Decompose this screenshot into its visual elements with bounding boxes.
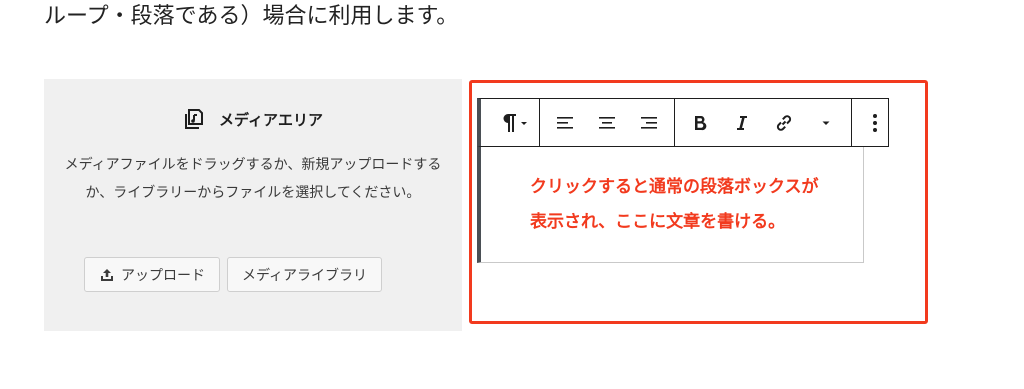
media-buttons: アップロード メディアライブラリ bbox=[84, 257, 383, 292]
annotation-line-2: 表示され、ここに文章を書ける。 bbox=[530, 212, 786, 232]
align-left-button[interactable] bbox=[544, 99, 586, 146]
bold-icon bbox=[695, 115, 707, 130]
media-library-icon bbox=[185, 109, 204, 129]
italic-icon bbox=[737, 115, 747, 130]
chevron-down-icon bbox=[521, 121, 527, 125]
block-type-button[interactable] bbox=[481, 99, 539, 146]
media-description: メディアファイルをドラッグするか、新規アップロードするか、ライブラリーからファイ… bbox=[64, 157, 442, 201]
media-placeholder: メディアエリア メディアファイルをドラッグするか、新規アップロードするか、ライブ… bbox=[44, 79, 462, 331]
media-library-button[interactable]: メディアライブラリ bbox=[227, 257, 383, 292]
upload-button[interactable]: アップロード bbox=[84, 257, 220, 292]
formatting-group bbox=[675, 99, 852, 146]
link-icon bbox=[776, 114, 792, 131]
italic-button[interactable] bbox=[721, 99, 763, 146]
block-type-group bbox=[481, 99, 540, 146]
more-formats-button[interactable] bbox=[805, 99, 847, 146]
align-center-icon bbox=[599, 116, 615, 129]
link-button[interactable] bbox=[763, 99, 805, 146]
align-right-button[interactable] bbox=[628, 99, 670, 146]
media-title: メディアエリア bbox=[219, 110, 323, 129]
upload-icon bbox=[101, 268, 113, 281]
block-toolbar bbox=[477, 98, 889, 147]
annotation-line-1: クリックすると通常の段落ボックスが bbox=[530, 177, 819, 197]
chevron-down-icon bbox=[822, 121, 830, 125]
bold-button[interactable] bbox=[679, 99, 721, 146]
more-options-icon bbox=[873, 113, 877, 132]
paragraph-icon bbox=[503, 113, 527, 132]
media-header: メディアエリア bbox=[44, 107, 462, 131]
annotation-text: クリックすると通常の段落ボックスが 表示され、ここに文章を書ける。 bbox=[530, 170, 819, 240]
upload-button-label: アップロード bbox=[121, 267, 205, 284]
align-center-button[interactable] bbox=[586, 99, 628, 146]
media-library-button-label: メディアライブラリ bbox=[242, 267, 368, 284]
align-left-icon bbox=[557, 116, 573, 129]
more-options-button[interactable] bbox=[852, 99, 898, 146]
options-group bbox=[852, 99, 898, 146]
intro-text: ループ・段落である）場合に利用します。 bbox=[44, 4, 459, 29]
align-right-icon bbox=[641, 116, 657, 129]
alignment-group bbox=[540, 99, 675, 146]
